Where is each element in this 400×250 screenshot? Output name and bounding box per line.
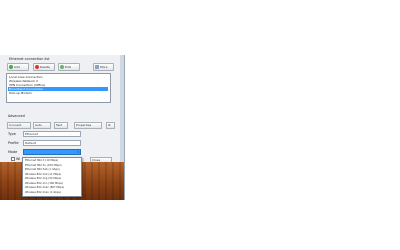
type-label: Type [8,132,16,136]
delete-button-label: Delete [40,65,50,69]
edit-button-label: Edit [65,65,71,69]
list-item[interactable]: Dial-up Modem [8,91,108,95]
mode-dropdown-list[interactable]: Ethernet 802.3 (10 Mbps) Ethernet 802.3u… [22,157,82,197]
add-icon [9,65,13,69]
more-icon [95,65,99,69]
mode-select[interactable]: ▾ [23,149,81,155]
more-button[interactable]: More [93,63,114,71]
screen: Ethernet connection list Add Delete Edit… [0,0,400,250]
dropdown-option[interactable]: Wireless 802.11b (11 Mbps) [25,173,80,177]
dropdown-option[interactable]: Wireless 802.11n (300 Mbps) [25,182,80,186]
delete-button[interactable]: Delete [33,63,55,71]
advanced-group-title: Advanced [8,114,25,118]
dropdown-option[interactable]: Wireless 802.11g (54 Mbps) [25,177,80,181]
option-checkbox[interactable] [11,157,15,161]
more-button-label: More [100,65,108,69]
edit-button[interactable]: Edit [58,63,80,71]
test-button[interactable]: Test [54,122,68,129]
speed-select[interactable]: Auto [33,122,51,129]
option-label: Wi [16,157,21,161]
chevron-down-icon: ▾ [77,150,79,154]
connections-group-title: Ethernet connection list [9,57,50,61]
dropdown-option[interactable]: Wireless 802.11ax (1 Gbps) [25,191,80,195]
dropdown-option[interactable]: Ethernet 802.3 (10 Mbps) [25,159,80,163]
properties-button[interactable]: Properties [74,122,102,129]
dropdown-option[interactable]: Ethernet 802.3u (100 Mbps) [25,164,80,168]
connect-button[interactable]: Connect [7,122,31,129]
dropdown-option[interactable]: Wireless 802.11ac (867 Mbps) [25,186,80,190]
dropdown-option[interactable]: Ethernet 802.3ab (1 Gbps) [25,168,80,172]
connection-list[interactable]: Local Area Connection Wireless Network 2… [6,73,111,103]
add-button-label: Add [14,65,20,69]
profile-field[interactable]: Default [23,140,81,146]
profile-label: Profile [8,141,19,145]
type-field[interactable]: Ethernet [23,131,81,137]
add-button[interactable]: Add [7,63,29,71]
settings-gear-button[interactable]: ⚙ [106,122,115,129]
mode-label: Mode [8,150,18,154]
edit-icon [60,65,64,69]
delete-icon [35,65,39,69]
gear-icon: ⚙ [108,123,111,127]
